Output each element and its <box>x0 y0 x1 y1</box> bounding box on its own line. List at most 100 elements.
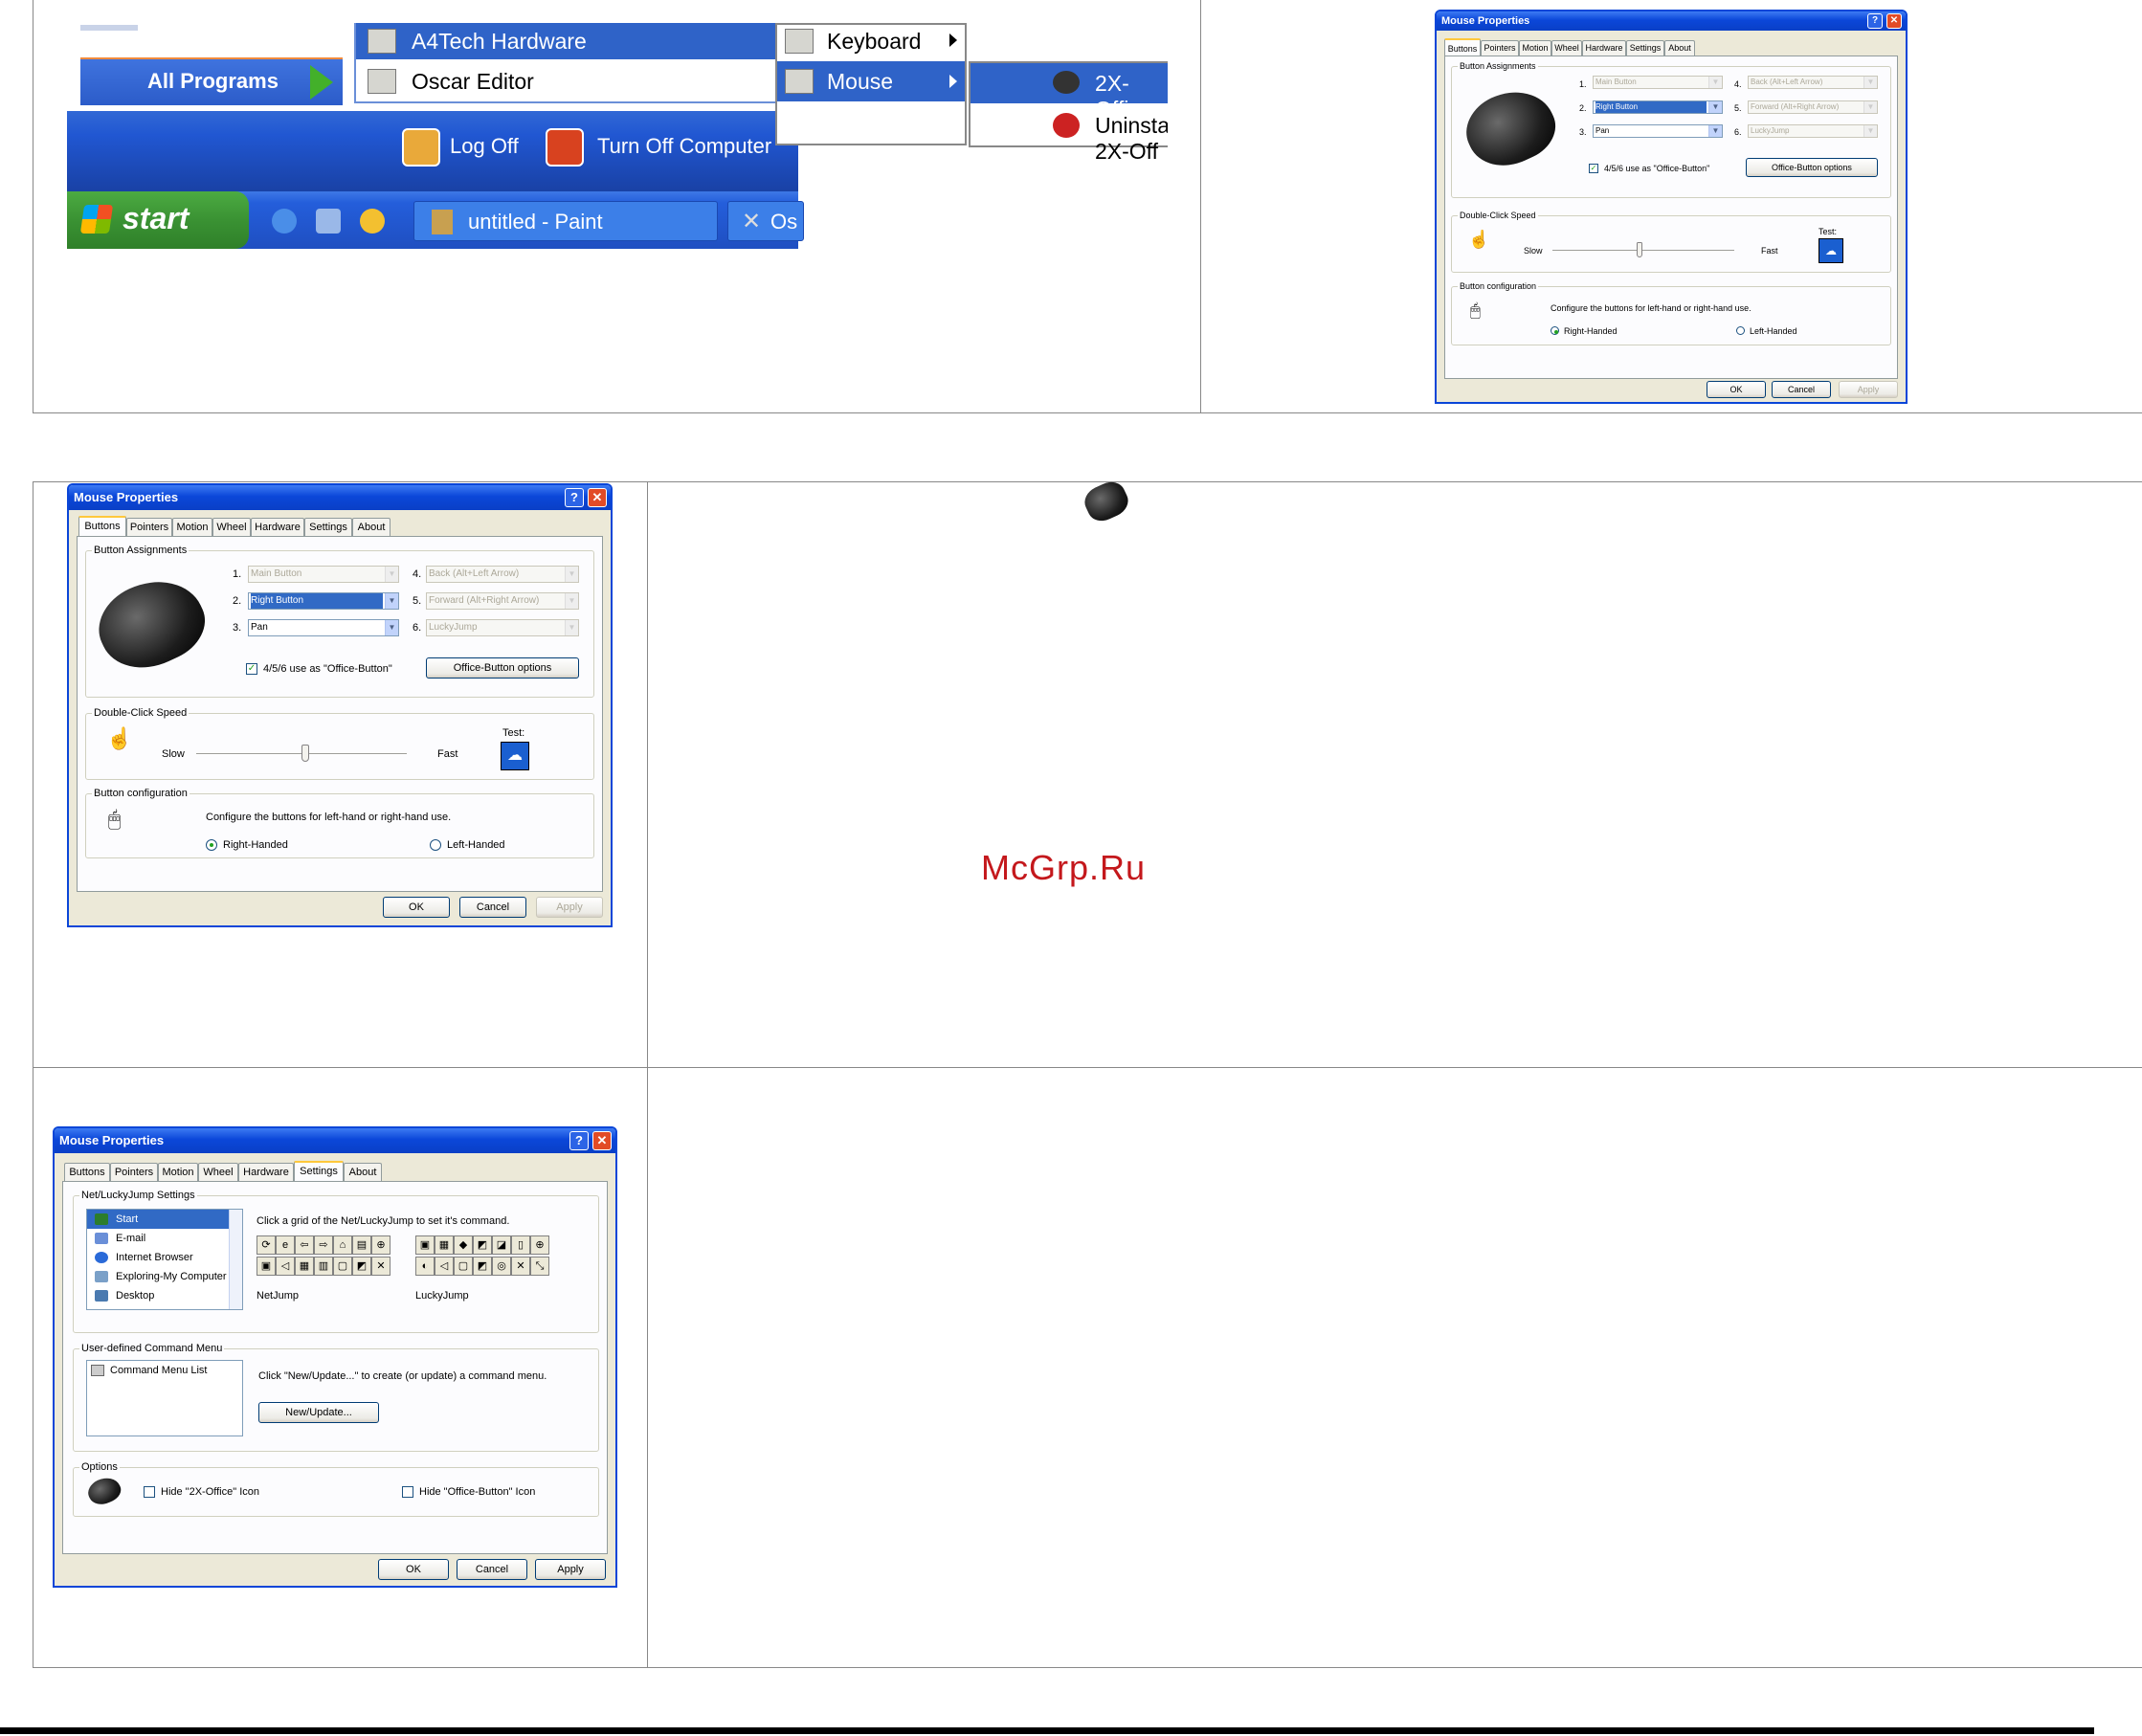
grid-cell-icon[interactable]: ◪ <box>492 1235 511 1255</box>
button-1-select[interactable]: Main Button ▼ <box>248 566 399 583</box>
media-player-quicklaunch-icon[interactable] <box>360 209 385 234</box>
tab-hardware[interactable]: Hardware <box>1582 40 1626 56</box>
tab-hardware[interactable]: Hardware <box>251 518 304 536</box>
grid-cell-icon[interactable]: ⇦ <box>295 1235 314 1255</box>
grid-cell-icon[interactable]: ▦ <box>295 1257 314 1276</box>
log-off-button[interactable]: Log Off <box>402 124 536 168</box>
netjump-grid[interactable]: ⟳ e ⇦ ⇨ ⌂ ▤ ⊕ ▣ ◁ ▦ ▥ ▢ ◩ ✕ <box>257 1235 410 1280</box>
cancel-button[interactable]: Cancel <box>1772 381 1831 398</box>
tab-motion[interactable]: Motion <box>172 518 212 536</box>
tab-motion[interactable]: Motion <box>1519 40 1551 56</box>
grid-cell-icon[interactable]: e <box>276 1235 295 1255</box>
hide-2x-office-checkbox[interactable] <box>144 1486 155 1498</box>
task-paint[interactable]: untitled - Paint <box>413 201 718 241</box>
grid-cell-icon[interactable]: ⊕ <box>530 1235 549 1255</box>
double-click-slider-thumb[interactable] <box>1637 242 1642 257</box>
tab-pointers[interactable]: Pointers <box>1481 40 1519 56</box>
command-list[interactable]: Start E-mail Internet Browser Exploring-… <box>86 1209 243 1310</box>
cancel-button[interactable]: Cancel <box>459 897 526 918</box>
grid-cell-icon[interactable]: ⌂ <box>333 1235 352 1255</box>
list-item[interactable]: Desktop <box>87 1286 242 1305</box>
button-2-select[interactable]: Right Button ▼ <box>1593 100 1723 114</box>
close-button[interactable]: ✕ <box>592 1131 612 1150</box>
grid-cell-icon[interactable]: ▯ <box>511 1235 530 1255</box>
turn-off-button[interactable]: Turn Off Computer <box>546 124 804 168</box>
close-button[interactable]: ✕ <box>1886 13 1902 29</box>
grid-cell-icon[interactable]: ▣ <box>415 1235 435 1255</box>
grid-cell-icon[interactable]: ⤡ <box>530 1257 549 1276</box>
grid-cell-icon[interactable]: ⊕ <box>371 1235 390 1255</box>
luckyjump-grid[interactable]: ▣ ▦ ◆ ◩ ◪ ▯ ⊕ ◐ ◁ ▢ ◩ ◎ ✕ ⤡ <box>415 1235 569 1280</box>
grid-cell-icon[interactable]: ✕ <box>511 1257 530 1276</box>
grid-cell-icon[interactable]: ▥ <box>314 1257 333 1276</box>
right-handed-radio[interactable] <box>206 839 217 851</box>
tab-about[interactable]: About <box>352 518 390 536</box>
tab-motion[interactable]: Motion <box>158 1163 198 1181</box>
grid-cell-icon[interactable]: ⇨ <box>314 1235 333 1255</box>
button-5-select[interactable]: Forward (Alt+Right Arrow) ▼ <box>426 592 579 610</box>
grid-cell-icon[interactable]: ▣ <box>257 1257 276 1276</box>
tab-wheel[interactable]: Wheel <box>212 518 251 536</box>
button-4-select[interactable]: Back (Alt+Left Arrow) ▼ <box>426 566 579 583</box>
tab-about[interactable]: About <box>1664 40 1695 56</box>
tab-pointers[interactable]: Pointers <box>110 1163 158 1181</box>
tab-wheel[interactable]: Wheel <box>198 1163 238 1181</box>
tab-hardware[interactable]: Hardware <box>238 1163 294 1181</box>
left-handed-radio[interactable] <box>1736 326 1745 335</box>
apply-button[interactable]: Apply <box>535 1559 606 1580</box>
button-5-select[interactable]: Forward (Alt+Right Arrow) ▼ <box>1748 100 1878 114</box>
tab-settings[interactable]: Settings <box>1626 40 1664 56</box>
tab-about[interactable]: About <box>344 1163 382 1181</box>
ok-button[interactable]: OK <box>1707 381 1766 398</box>
ie-quicklaunch-icon[interactable] <box>272 209 297 234</box>
submenu-item-2xoffice[interactable]: 2X-Office 7.80 <box>971 63 1168 147</box>
grid-cell-icon[interactable]: ▢ <box>454 1257 473 1276</box>
tab-buttons[interactable]: Buttons <box>64 1163 110 1181</box>
list-item[interactable]: Start <box>87 1210 242 1229</box>
list-scrollbar[interactable] <box>229 1210 242 1309</box>
left-handed-radio[interactable] <box>430 839 441 851</box>
list-item[interactable]: Exploring-My Computer <box>87 1267 242 1286</box>
submenu-item-a4tech[interactable]: A4Tech Hardware <box>356 23 826 59</box>
tab-settings[interactable]: Settings <box>294 1161 344 1182</box>
tab-wheel[interactable]: Wheel <box>1551 40 1582 56</box>
grid-cell-icon[interactable]: ▦ <box>435 1235 454 1255</box>
tab-pointers[interactable]: Pointers <box>126 518 172 536</box>
button-6-select[interactable]: LuckyJump ▼ <box>426 619 579 636</box>
button-1-select[interactable]: Main Button ▼ <box>1593 76 1723 89</box>
apply-button[interactable]: Apply <box>1839 381 1898 398</box>
right-handed-radio[interactable] <box>1551 326 1559 335</box>
grid-cell-icon[interactable]: ◐ <box>415 1257 435 1276</box>
apply-button[interactable]: Apply <box>536 897 603 918</box>
grid-cell-icon[interactable]: ◁ <box>276 1257 295 1276</box>
grid-cell-icon[interactable]: ▤ <box>352 1235 371 1255</box>
office-button-options-button[interactable]: Office-Button options <box>426 657 579 679</box>
new-update-button[interactable]: New/Update... <box>258 1402 379 1423</box>
button-4-select[interactable]: Back (Alt+Left Arrow) ▼ <box>1748 76 1878 89</box>
submenu-item-mouse[interactable]: Mouse <box>777 61 965 101</box>
grid-cell-icon[interactable]: ◩ <box>473 1235 492 1255</box>
grid-cell-icon[interactable]: ⟳ <box>257 1235 276 1255</box>
office-button-checkbox[interactable]: ✓ <box>1589 164 1598 173</box>
submenu-item-uninstall[interactable]: Uninstall 2X-Off <box>971 105 1168 164</box>
grid-cell-icon[interactable]: ▢ <box>333 1257 352 1276</box>
cancel-button[interactable]: Cancel <box>457 1559 527 1580</box>
test-area-icon[interactable]: ☁ <box>501 742 529 770</box>
tab-buttons[interactable]: Buttons <box>78 516 126 537</box>
grid-cell-icon[interactable]: ◩ <box>473 1257 492 1276</box>
help-button[interactable]: ? <box>569 1131 589 1150</box>
office-button-checkbox[interactable]: ✓ <box>246 663 257 675</box>
button-3-select[interactable]: Pan ▼ <box>248 619 399 636</box>
help-button[interactable]: ? <box>1867 13 1883 29</box>
command-menu-list[interactable]: Command Menu List <box>86 1360 243 1436</box>
list-item[interactable]: Internet Browser <box>87 1248 242 1267</box>
list-item[interactable]: E-mail <box>87 1229 242 1248</box>
button-3-select[interactable]: Pan ▼ <box>1593 124 1723 138</box>
ok-button[interactable]: OK <box>378 1559 449 1580</box>
office-button-options-button[interactable]: Office-Button options <box>1746 158 1878 177</box>
grid-cell-icon[interactable]: ✕ <box>371 1257 390 1276</box>
double-click-slider-track[interactable] <box>1552 250 1734 252</box>
grid-cell-icon[interactable]: ◩ <box>352 1257 371 1276</box>
hide-office-button-checkbox[interactable] <box>402 1486 413 1498</box>
start-button[interactable]: start <box>67 191 249 249</box>
